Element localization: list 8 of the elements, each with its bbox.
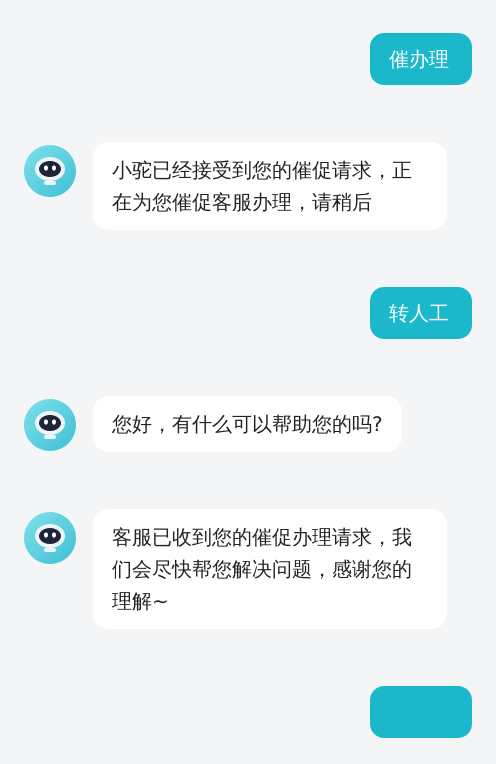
bot-message: 小驼已经接受到您的催促请求，正在为您催促客服办理，请稍后 (93, 142, 447, 230)
robot-avatar-icon (24, 145, 76, 197)
user-message-bubble: 转人工 (370, 287, 472, 339)
user-message-bubble: 催办理 (370, 33, 472, 85)
robot-avatar-icon (24, 399, 76, 451)
bot-message: 您好，有什么可以帮助您的吗? (93, 396, 402, 452)
robot-avatar-icon (24, 512, 76, 564)
bot-message: 客服已收到您的催促办理请求，我们会尽快帮您解决问题，感谢您的理解~ (93, 509, 447, 629)
